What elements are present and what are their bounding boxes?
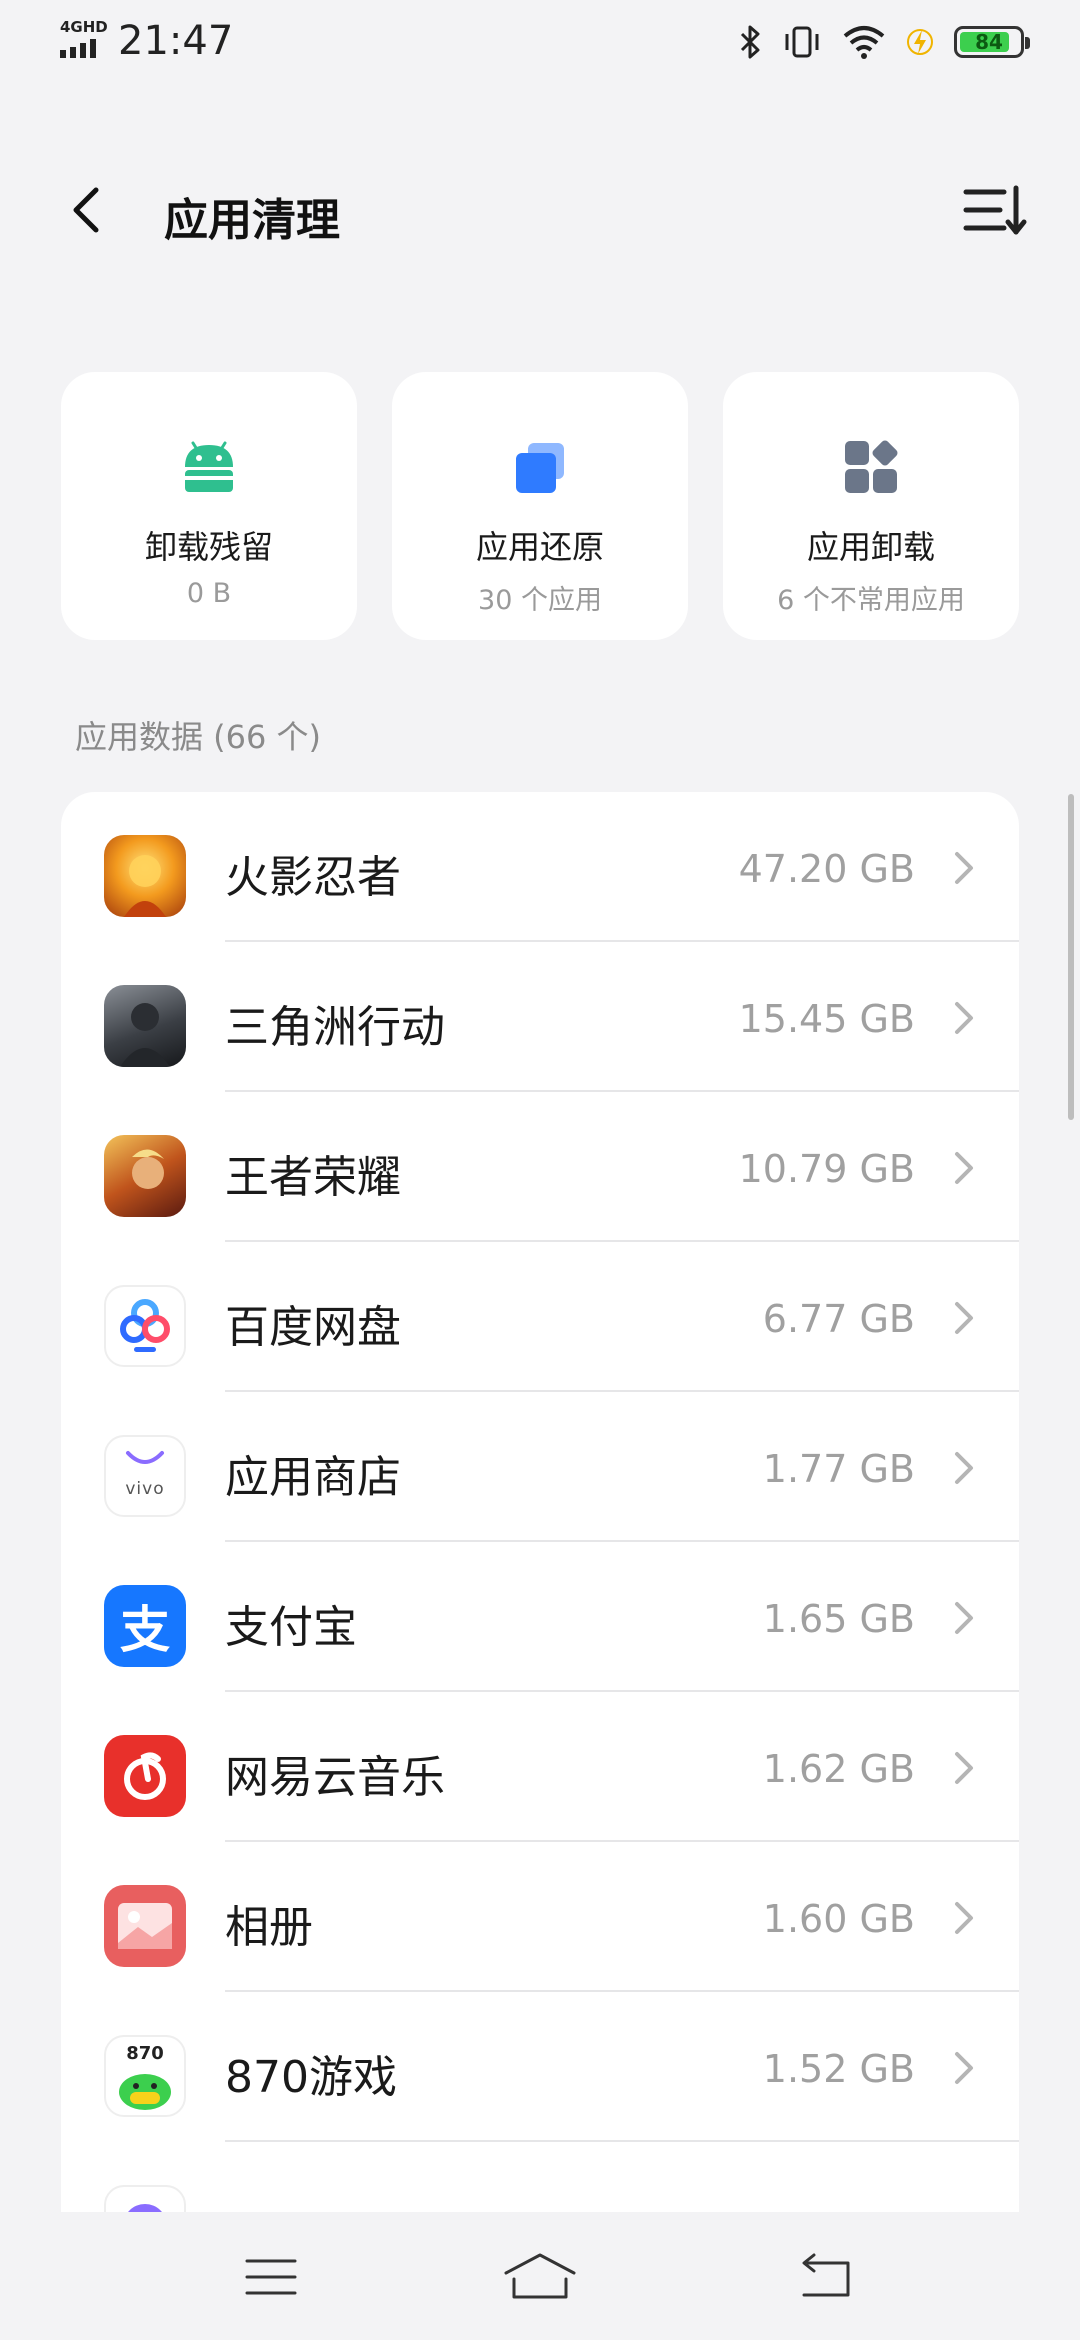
vivo-app-store-icon: vivo [104,1435,186,1517]
app-size: 1.77 GB [762,1447,915,1491]
back-button[interactable] [784,2242,864,2312]
navigation-bar [0,2212,1080,2340]
list-item[interactable]: 王者荣耀 10.79 GB [61,1092,1019,1242]
page-title: 应用清理 [164,195,340,246]
chevron-right-icon [955,1902,973,1934]
section-label: 应用数据 (66 个) [75,718,322,756]
list-item[interactable]: 支 支付宝 1.65 GB [61,1542,1019,1692]
card-title: 应用卸载 [806,528,935,566]
home-button[interactable] [500,2242,580,2312]
wifi-icon [843,26,885,59]
home-icon [504,2253,576,2299]
app-name: 支付宝 [225,1602,357,1653]
list-item[interactable]: 三角洲行动 15.45 GB [61,942,1019,1092]
card-subtitle: 0 B [186,578,232,609]
app-name: 应用商店 [225,1452,401,1503]
app-name: 三角洲行动 [225,1002,445,1053]
sort-icon[interactable] [960,178,1028,242]
menu-icon [245,2259,297,2295]
app-name: 相册 [225,1902,313,1953]
chevron-right-icon [955,1152,973,1184]
list-item[interactable]: 百度网盘 6.77 GB [61,1242,1019,1392]
app-cleanup-screen: 4GHD 21:47 84 应用清理 卸载残留 0 B 应用还原 30 个应用 … [0,0,1080,2340]
battery-level: 84 [975,30,1003,54]
card-app-restore[interactable]: 应用还原 30 个应用 [392,372,688,640]
android-icon [185,441,233,492]
app-list: 火影忍者 47.20 GB 三角洲行动 15.45 GB 王者荣耀 10.79 … [61,792,1019,2212]
naruto-icon [104,835,186,917]
status-icons: 84 [738,20,1030,64]
vibrate-icon [785,26,819,58]
chevron-right-icon [955,852,973,884]
app-name: 百度网盘 [225,1302,401,1353]
honor-of-kings-icon [104,1135,186,1217]
chevron-right-icon [955,1452,973,1484]
restore-icon [516,443,564,493]
list-item[interactable]: 网易云音乐 1.62 GB [61,1692,1019,1842]
alipay-icon: 支 [104,1585,186,1667]
app-size: 1.62 GB [762,1747,915,1791]
app-size: 1.52 GB [762,2047,915,2091]
870-game-icon: 870 [104,2035,186,2117]
network-indicator: 4GHD [60,18,108,60]
vivo-logo-text: vivo [125,1479,165,1499]
card-app-uninstall[interactable]: 应用卸载 6 个不常用应用 [723,372,1019,640]
charging-icon [907,29,933,55]
list-item[interactable] [61,2142,1019,2212]
header: 应用清理 [0,150,1080,270]
signal-icon [60,39,96,58]
netease-music-icon [104,1735,186,1817]
list-item[interactable]: 相册 1.60 GB [61,1842,1019,1992]
chevron-right-icon [955,1752,973,1784]
delta-force-icon [104,985,186,1067]
list-item[interactable]: 火影忍者 47.20 GB [61,792,1019,942]
app-name: 火影忍者 [225,852,401,903]
app-name: 王者荣耀 [225,1152,401,1203]
chevron-right-icon [955,2052,973,2084]
status-bar: 4GHD 21:47 84 [0,0,1080,84]
app-size: 6.77 GB [762,1297,915,1341]
action-cards: 卸载残留 0 B 应用还原 30 个应用 应用卸载 6 个不常用应用 [61,372,1019,640]
gallery-icon [104,1885,186,1967]
card-title: 应用还原 [475,528,604,566]
browser-icon [104,2185,186,2212]
apps-icon [845,440,898,493]
card-uninstall-residue[interactable]: 卸载残留 0 B [61,372,357,640]
app-size: 47.20 GB [738,847,915,891]
battery-icon: 84 [954,26,1030,58]
chevron-right-icon [955,1002,973,1034]
status-time: 21:47 [118,18,234,64]
card-subtitle: 30 个应用 [478,585,602,616]
app-size: 1.60 GB [762,1897,915,1941]
bluetooth-icon [740,25,760,59]
alipay-logo-text: 支 [120,1601,170,1659]
menu-button[interactable] [231,2242,311,2312]
back-icon [802,2253,850,2297]
app-size: 1.65 GB [762,1597,915,1641]
list-item[interactable]: 870 870游戏 1.52 GB [61,1992,1019,2142]
app-name: 网易云音乐 [225,1752,445,1803]
870-logo-text: 870 [126,2043,164,2064]
network-type: 4GHD [60,18,108,36]
chevron-right-icon [955,1602,973,1634]
baidu-netdisk-icon [104,1285,186,1367]
app-size: 15.45 GB [738,997,915,1041]
chevron-right-icon [955,1302,973,1334]
app-name: 870游戏 [225,2052,397,2103]
scrollbar[interactable] [1068,794,1074,1120]
chevron-left-icon[interactable] [56,178,120,242]
card-subtitle: 6 个不常用应用 [777,585,965,616]
card-title: 卸载残留 [144,528,273,566]
app-size: 10.79 GB [738,1147,915,1191]
list-item[interactable]: vivo 应用商店 1.77 GB [61,1392,1019,1542]
